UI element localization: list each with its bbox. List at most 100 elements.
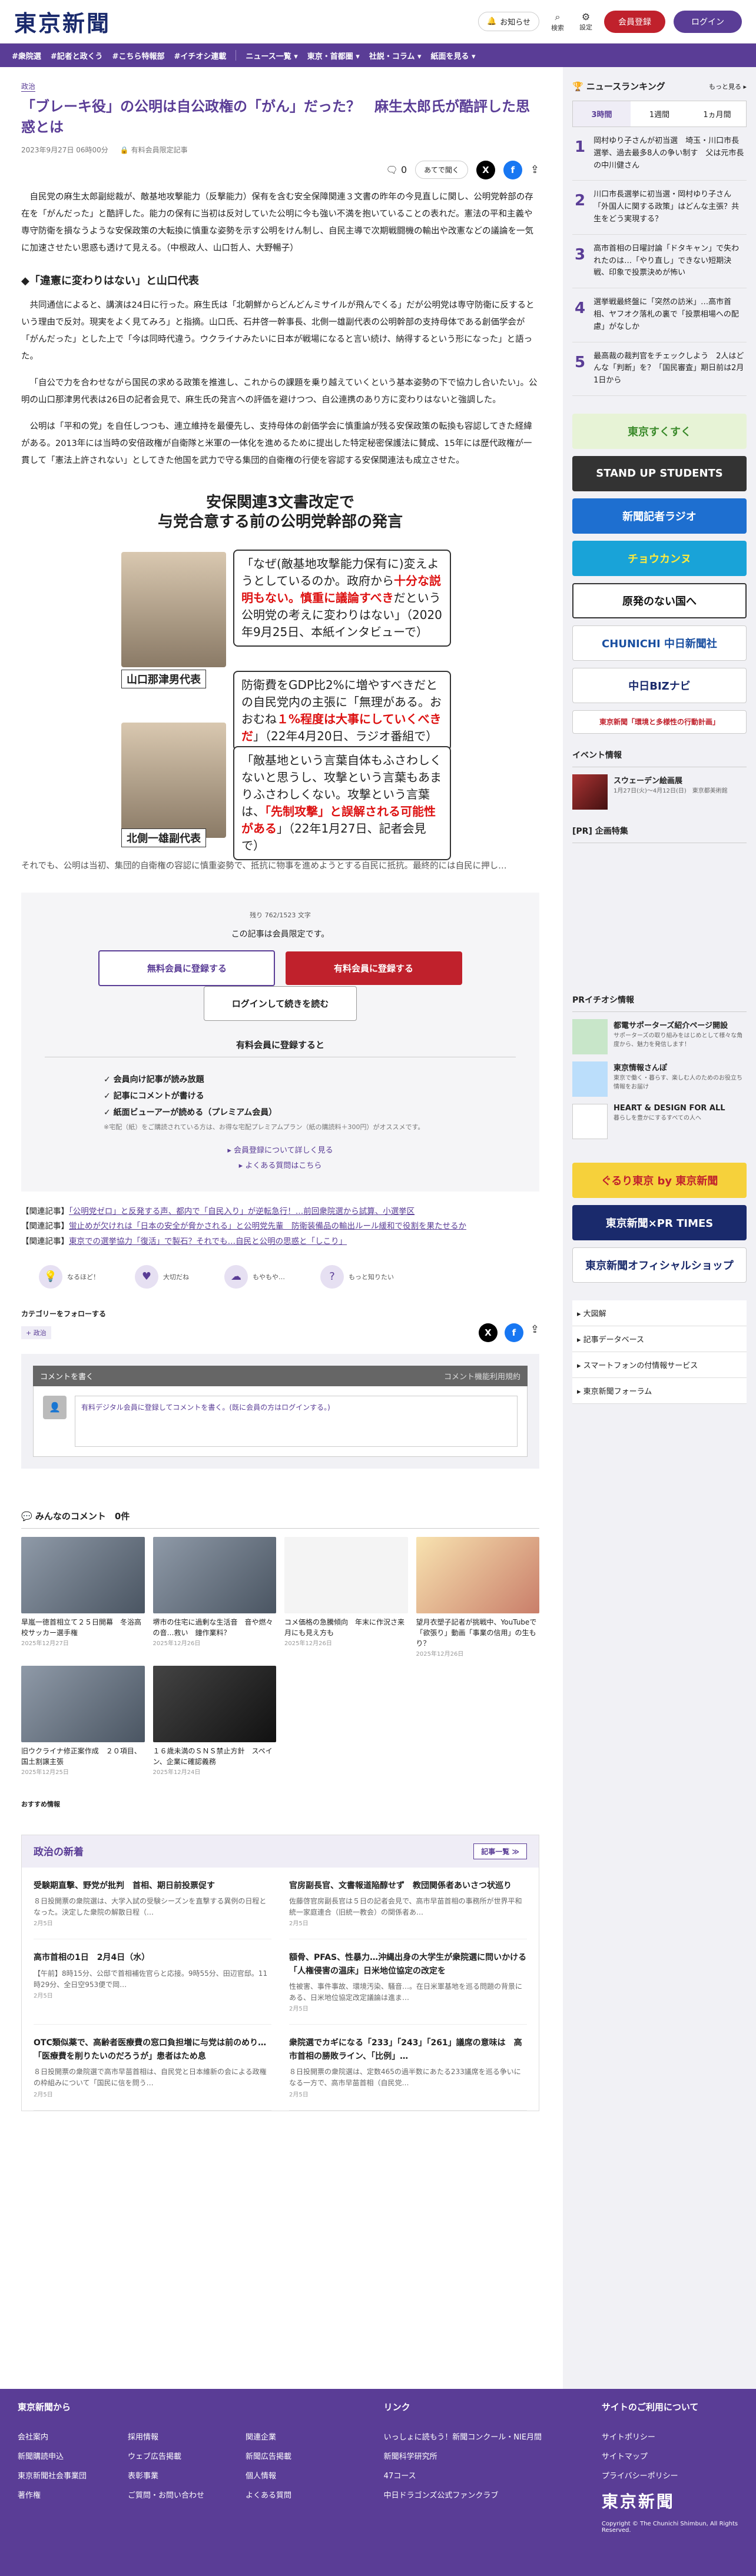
footer-link[interactable]: 東京新聞社会事業団 bbox=[18, 2470, 87, 2481]
reaction-nattoku[interactable]: 💡 なるほど！ bbox=[39, 1264, 100, 1289]
listen-button[interactable]: あてで聞く bbox=[415, 161, 468, 179]
politics-item[interactable]: 官房副長官、文書報道陥醇せず 教団関係者あいさつ状巡り 佐藤啓官房副長官は５日の記… bbox=[289, 1868, 527, 1940]
bookmark-icon[interactable]: 🗨 0 bbox=[386, 164, 407, 175]
pr2-item[interactable]: 東京情報さんぽ 東京で働く・暮らす、楽しむ人のためのお役立ち情報をお届け bbox=[572, 1061, 747, 1097]
nav-item[interactable]: ニュース一覧 ▾ bbox=[246, 50, 297, 61]
footer-link[interactable]: 著作権 bbox=[18, 2489, 87, 2500]
politics-item[interactable]: 額骨、PFAS、性暴力…沖縄出身の大学生が衆院選に問いかける「人権侵害の温床」日… bbox=[289, 1939, 527, 2025]
ranking-item[interactable]: 3 高市首相の日曜討論「ドタキャン」で失われたのは…「やり直し」できない短期決戦、… bbox=[572, 235, 747, 289]
site-logo[interactable]: 東京新聞 bbox=[14, 5, 111, 38]
nav-item[interactable]: 紙面を見る ▾ bbox=[431, 50, 476, 61]
notify-button[interactable]: 🔔 お知らせ bbox=[478, 12, 539, 31]
login-continue-button[interactable]: ログインして続きを読む bbox=[204, 986, 357, 1021]
footer-link[interactable]: よくある質問 bbox=[246, 2489, 291, 2500]
comment-rules-link[interactable]: コメント機能利用規約 bbox=[444, 1370, 520, 1382]
reaction-moyamoya[interactable]: ☁ もやもや… bbox=[224, 1264, 285, 1289]
comment-input[interactable]: 有料デジタル会員に登録してコメントを書く。(既に会員の方はログインする。) bbox=[75, 1395, 518, 1447]
sidebar-link[interactable]: ▸ 東京新聞フォーラム bbox=[572, 1378, 747, 1404]
gallery-item[interactable]: コメ価格の急騰傾向 年末に作況さ来月にも見え方も 2025年12月26日 bbox=[284, 1536, 408, 1658]
nav-item[interactable]: #衆院選 bbox=[12, 50, 41, 61]
banner-radio[interactable]: 新聞記者ラジオ bbox=[572, 498, 747, 534]
footer-link[interactable]: サイトマップ bbox=[602, 2450, 738, 2461]
pr2-item[interactable]: 都電サポーターズ紹介ページ開設 サポーターズの取り組みをはじめとして様々な角度から… bbox=[572, 1019, 747, 1054]
footer-link[interactable]: サイトポリシー bbox=[602, 2431, 738, 2442]
pr2-item[interactable]: HEART & DESIGN FOR ALL 暮らしを豊かにするすべての人へ bbox=[572, 1103, 747, 1139]
signup-button[interactable]: 会員登録 bbox=[604, 10, 665, 33]
politics-item[interactable]: 衆院選でカギになる「233」「243」「261」議席の意味は 高市首相の勝敗ライ… bbox=[289, 2025, 527, 2111]
article-paragraph: 公明は「平和の党」を自任しつつも、連立維持を最優先し、支持母体の創価学会に慎重論… bbox=[21, 421, 532, 465]
sidebar-link[interactable]: ▸ 記事データベース bbox=[572, 1326, 747, 1352]
article-tag[interactable]: 政治 bbox=[21, 81, 36, 92]
footer-link[interactable]: 新聞購読申込 bbox=[18, 2450, 87, 2461]
faq-link[interactable]: ▸ よくある質問はこちら bbox=[45, 1159, 516, 1174]
gallery-item[interactable]: 旱嵐一徳首相立て２５日開幕 冬浴高校サッカー選手権 2025年12月27日 bbox=[21, 1536, 145, 1658]
politics-more-link[interactable]: 記事一覧 ≫ bbox=[473, 1843, 527, 1859]
footer-link[interactable]: いっしょに読もう！新聞コンクール・NIE月間 bbox=[384, 2431, 555, 2442]
tab-1w[interactable]: 1週間 bbox=[631, 101, 688, 127]
footer-link[interactable]: ウェブ広告掲載 bbox=[128, 2450, 204, 2461]
facebook-share-icon[interactable]: f bbox=[504, 1323, 523, 1342]
paid-signup-button[interactable]: 有料会員に登録する bbox=[285, 951, 462, 985]
gallery-item[interactable]: １６歳未満のＳＮＳ禁止方針 スペイン、企業に確認義務 2025年12月24日 bbox=[152, 1665, 276, 1776]
footer-link[interactable]: 関連企業 bbox=[246, 2431, 291, 2442]
banner-kankyo[interactable]: 東京新聞「環境と多様性の行動計画」 bbox=[572, 710, 747, 734]
gallery-item[interactable]: 堺市の住宅に過剰な生活音 音や燃々の音…救い 鐘作業料？ 2025年12月26日 bbox=[152, 1536, 276, 1658]
free-signup-button[interactable]: 無料会員に登録する bbox=[98, 950, 276, 986]
ranking-more-link[interactable]: もっと見る ▸ bbox=[709, 82, 747, 91]
banner-sukusuku[interactable]: 東京すくすく bbox=[572, 413, 747, 449]
gallery-image bbox=[416, 1536, 539, 1613]
settings-button[interactable]: ⚙ 設定 bbox=[576, 11, 596, 32]
member-info-link[interactable]: ▸ 会員登録について詳しく見る bbox=[45, 1143, 516, 1159]
nav-item[interactable]: #記者と政くう bbox=[51, 50, 103, 61]
ranking-item[interactable]: 1 岡村ゆり子さんが初当選 埼玉・川口市長選挙、過去最多8人の争い制す 父は元市長… bbox=[572, 127, 747, 181]
gallery-item[interactable]: 旧ウクライナ修正案作成 ２０項目、国土割譲主張 2025年12月25日 bbox=[21, 1665, 145, 1776]
banner-genpatsu[interactable]: 原発のない国へ bbox=[572, 583, 747, 618]
tab-3h[interactable]: 3時間 bbox=[573, 101, 631, 127]
x-share-icon[interactable]: X bbox=[476, 160, 495, 179]
facebook-share-icon[interactable]: f bbox=[503, 160, 522, 179]
gallery-image bbox=[284, 1536, 408, 1613]
event-item[interactable]: スウェーデン絵画展 1月27日(火)～4月12日(日) 東京都美術館 bbox=[572, 774, 747, 810]
ranking-item[interactable]: 2 川口市長選挙に初当選・岡村ゆり子さん「外国人に関する政策」はどんな主張？共生を… bbox=[572, 181, 747, 235]
login-button[interactable]: ログイン bbox=[674, 10, 742, 33]
gallery-item[interactable]: 望月衣塑子記者が挑戦中、YouTubeで「欲張り」動画「事業の信用」の生もり？ 2… bbox=[416, 1536, 539, 1658]
politics-item[interactable]: 受験期直撃、野党が批判 首相、期日前投票促す ８日投開票の衆院選は、大学入試の受験… bbox=[34, 1868, 271, 1940]
banner-gururi[interactable]: ぐるり東京 by 東京新聞 bbox=[572, 1162, 747, 1198]
politics-item[interactable]: OTC類似薬で、高齢者医療費の窓口負担増に与党は前のめり…「医療費を削りたいのだ… bbox=[34, 2025, 271, 2111]
footer-link[interactable]: プライバシーポリシー bbox=[602, 2470, 738, 2481]
share-icon[interactable]: ⇪ bbox=[530, 164, 539, 176]
footer-link[interactable]: 会社案内 bbox=[18, 2431, 87, 2442]
footer-link[interactable]: ご質問・お問い合わせ bbox=[128, 2489, 204, 2500]
nav-item[interactable]: 社説・コラム ▾ bbox=[369, 50, 422, 61]
banner-prtimes[interactable]: 東京新聞×PR TIMES bbox=[572, 1204, 747, 1240]
banner-biznavi[interactable]: 中日BIZナビ bbox=[572, 667, 747, 703]
tab-1m[interactable]: 1ヵ月間 bbox=[688, 101, 746, 127]
banner-chunichi[interactable]: CHUNICHI 中日新聞社 bbox=[572, 625, 747, 661]
sidebar-link[interactable]: ▸ スマートフォンの付情報サービス bbox=[572, 1352, 747, 1378]
footer-link[interactable]: 47コース bbox=[384, 2470, 555, 2481]
sidebar-link[interactable]: ▸ 大図解 bbox=[572, 1300, 747, 1326]
nav-item[interactable]: #こちら特報部 bbox=[112, 50, 165, 61]
banner-shop[interactable]: 東京新聞オフィシャルショップ bbox=[572, 1247, 747, 1283]
ranking-item[interactable]: 5 最高裁の裁判官をチェックしよう 2人はどんな「判断」を？「国民審査」期日前は2… bbox=[572, 342, 747, 396]
related-item: 【関連記事】東京での選挙協力「復活」で製石？それでも…自民と公明の思惑と「しこり… bbox=[21, 1236, 347, 1246]
banner-standup[interactable]: STAND UP STUDENTS bbox=[572, 455, 747, 491]
reaction-taisetsu[interactable]: ♥ 大切だね bbox=[135, 1264, 189, 1289]
footer-link[interactable]: 新聞科学研究所 bbox=[384, 2450, 555, 2461]
footer-link[interactable]: 中日ドラゴンズ公式ファンクラブ bbox=[384, 2489, 555, 2500]
ranking-item[interactable]: 4 選挙戦最終盤に「突然の訪米」…高市首相、ヤフオク落札の裏で「投票相場への配慮」… bbox=[572, 288, 747, 342]
nav-item[interactable]: #イチオシ連載 bbox=[174, 50, 226, 61]
politics-item[interactable]: 高市首相の1日 2月4日（水） 【午前】8時15分、公邸で首相補佐官らと応接。9時… bbox=[34, 1939, 271, 2025]
banner-chokan[interactable]: チョウカンヌ bbox=[572, 540, 747, 576]
reaction-motto[interactable]: ? もっと知りたい bbox=[320, 1264, 394, 1289]
footer-link[interactable]: 表彰事業 bbox=[128, 2470, 204, 2481]
footer-logo[interactable]: 東京新聞 bbox=[602, 2489, 738, 2512]
share-icon[interactable]: ⇪ bbox=[530, 1323, 539, 1342]
footer-link[interactable]: 新聞広告掲載 bbox=[246, 2450, 291, 2461]
footer-link[interactable]: 個人情報 bbox=[246, 2470, 291, 2481]
footer-link[interactable]: 採用情報 bbox=[128, 2431, 204, 2442]
x-share-icon[interactable]: X bbox=[478, 1323, 498, 1342]
follow-tag-button[interactable]: + 政治 bbox=[21, 1326, 51, 1339]
search-button[interactable]: ⌕ 検索 bbox=[548, 11, 568, 32]
nav-item[interactable]: 東京・首都圏 ▾ bbox=[307, 50, 360, 61]
